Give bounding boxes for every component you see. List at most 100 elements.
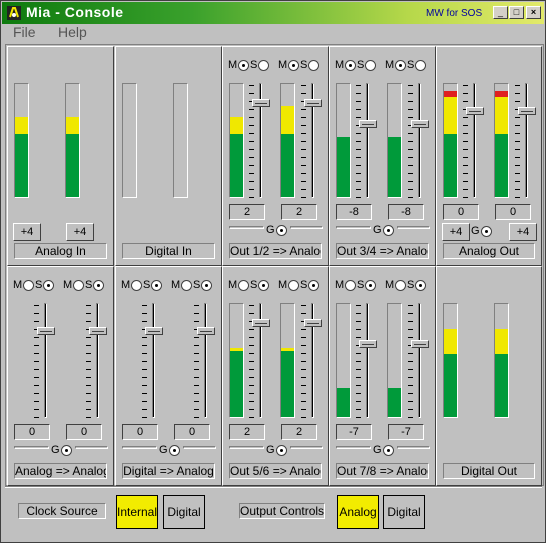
out56-panel-ms-left-s-radio[interactable] <box>258 280 269 291</box>
digital-to-analog-panel-fader-left-thumb[interactable] <box>145 327 163 335</box>
out56-panel-ms-left-m-radio[interactable] <box>238 280 249 291</box>
out12-panel-gang-radio[interactable] <box>276 225 287 236</box>
analog-out-panel-value-right[interactable]: 0 <box>495 204 531 220</box>
out34-panel-label: Out 3/4 => Analog <box>336 243 429 259</box>
digital-to-analog-panel-value-right[interactable]: 0 <box>174 424 210 440</box>
out78-panel-ms-right-s-radio[interactable] <box>415 280 426 291</box>
analog-out-panel-fader-right-tick <box>515 197 520 198</box>
analog-out-panel-level-right-button[interactable]: +4 <box>509 223 537 241</box>
out12-panel-fader-left[interactable] <box>249 83 273 198</box>
output-analog-button[interactable]: Analog <box>337 495 379 529</box>
analog-out-panel-fader-left-thumb[interactable] <box>466 107 484 115</box>
out34-panel-gang-radio[interactable] <box>383 225 394 236</box>
out12-panel-value-left[interactable]: 2 <box>229 204 265 220</box>
out78-panel-value-right[interactable]: -7 <box>388 424 424 440</box>
analog-to-analog-panel-ms-right-s-radio[interactable] <box>93 280 104 291</box>
analog-to-analog-panel-fader-left-thumb[interactable] <box>37 327 55 335</box>
out78-panel-ms-left-s-radio[interactable] <box>365 280 376 291</box>
out78-panel-value-left[interactable]: -7 <box>336 424 372 440</box>
output-digital-button[interactable]: Digital <box>383 495 425 529</box>
analog-out-panel-fader-left[interactable] <box>463 83 487 198</box>
analog-to-analog-panel-value-right[interactable]: 0 <box>66 424 102 440</box>
minimize-button[interactable]: _ <box>493 6 508 19</box>
analog-in-level-left-button[interactable]: +4 <box>13 223 41 241</box>
digital-to-analog-panel-ms-right-m-radio[interactable] <box>181 280 192 291</box>
analog-to-analog-panel-ms-left-s-radio[interactable] <box>43 280 54 291</box>
out34-panel-ms-left-m-radio[interactable] <box>345 60 356 71</box>
out78-panel-meter-right-green <box>388 388 401 417</box>
out56-panel-fader-left-thumb[interactable] <box>252 319 270 327</box>
title-bar[interactable]: Mia - Console MW for SOS _ □ × <box>2 2 544 24</box>
out12-panel-ms-left-m-radio[interactable] <box>238 60 249 71</box>
out12-panel-fader-right-thumb[interactable] <box>304 99 322 107</box>
out78-panel-fader-left-thumb[interactable] <box>359 340 377 348</box>
clock-digital-button[interactable]: Digital <box>163 495 205 529</box>
analog-to-analog-panel-fader-right[interactable] <box>86 303 110 418</box>
digital-to-analog-panel-gang-radio[interactable] <box>169 445 180 456</box>
analog-out-panel-value-left[interactable]: 0 <box>443 204 479 220</box>
out12-panel-fader-left-thumb[interactable] <box>252 99 270 107</box>
out12-panel-ms-left-s-radio[interactable] <box>258 60 269 71</box>
analog-out-panel-level-left-button[interactable]: +4 <box>442 223 470 241</box>
out56-panel-ms-right-s-radio[interactable] <box>308 280 319 291</box>
close-button[interactable]: × <box>526 6 541 19</box>
out34-panel-fader-left-thumb[interactable] <box>359 120 377 128</box>
clock-internal-button[interactable]: Internal <box>116 495 158 529</box>
out34-panel-ms-right-m-radio[interactable] <box>395 60 406 71</box>
digital-to-analog-panel-ms-left-s-radio[interactable] <box>151 280 162 291</box>
analog-to-analog-panel-value-left[interactable]: 0 <box>14 424 50 440</box>
out78-panel-fader-left-tick <box>356 409 361 410</box>
out34-panel-fader-left[interactable] <box>356 83 380 198</box>
digital-to-analog-panel-ms-left-m-radio[interactable] <box>131 280 142 291</box>
digital-to-analog-panel-ms-right-s-radio[interactable] <box>201 280 212 291</box>
out78-panel-fader-right[interactable] <box>408 303 432 418</box>
out34-panel-ms-left-s-radio[interactable] <box>365 60 376 71</box>
out78-panel-fader-right-thumb[interactable] <box>411 340 429 348</box>
digital-to-analog-panel-fader-right-tick <box>194 345 199 346</box>
maximize-button[interactable]: □ <box>509 6 524 19</box>
out34-panel-ms-right-s-radio[interactable] <box>415 60 426 71</box>
out56-panel-fader-right[interactable] <box>301 303 325 418</box>
analog-to-analog-panel-fader-right-thumb[interactable] <box>89 327 107 335</box>
out12-panel-meter-right <box>280 83 295 198</box>
out56-panel-value-right[interactable]: 2 <box>281 424 317 440</box>
out56-panel-fader-right-thumb[interactable] <box>304 319 322 327</box>
digital-to-analog-panel-fader-left[interactable] <box>142 303 166 418</box>
out56-panel-value-left[interactable]: 2 <box>229 424 265 440</box>
analog-to-analog-panel-ms-right-m-radio[interactable] <box>73 280 84 291</box>
digital-out-panel: Digital Out <box>436 266 542 486</box>
analog-out-panel-gang-radio[interactable] <box>481 226 492 237</box>
out12-panel-ms-right-s-radio[interactable] <box>308 60 319 71</box>
out78-panel-fader-right-tick <box>408 321 413 322</box>
out78-panel-ms-right-m-radio[interactable] <box>395 280 406 291</box>
out12-panel-fader-right[interactable] <box>301 83 325 198</box>
analog-out-panel-fader-right[interactable] <box>515 83 539 198</box>
out34-panel-fader-right[interactable] <box>408 83 432 198</box>
analog-to-analog-panel-ms-left-m-radio[interactable] <box>23 280 34 291</box>
out78-panel-fader-left[interactable] <box>356 303 380 418</box>
out78-panel-ms-left-m-radio[interactable] <box>345 280 356 291</box>
analog-to-analog-panel: M S M S 0 0 G Analog => Analog <box>7 266 114 486</box>
out56-panel-ms-right-m-radio[interactable] <box>288 280 299 291</box>
out12-panel-value-right[interactable]: 2 <box>281 204 317 220</box>
digital-to-analog-panel-value-left[interactable]: 0 <box>122 424 158 440</box>
out34-panel-value-left[interactable]: -8 <box>336 204 372 220</box>
analog-in-level-right-button[interactable]: +4 <box>66 223 94 241</box>
out12-panel-ms-right-m-radio[interactable] <box>288 60 299 71</box>
out34-panel-value-right[interactable]: -8 <box>388 204 424 220</box>
out56-panel-gang-radio[interactable] <box>276 445 287 456</box>
analog-to-analog-panel-gang-radio[interactable] <box>61 445 72 456</box>
out34-panel-ms-left-m-label: M <box>335 59 345 71</box>
out78-panel-gang-radio[interactable] <box>383 445 394 456</box>
analog-out-panel-fader-right-thumb[interactable] <box>518 107 536 115</box>
out78-panel-gang-right-line <box>397 446 430 449</box>
menu-file[interactable]: File <box>13 24 36 40</box>
out12-panel: M S M S 2 2 G Out 1/2 => Analog <box>222 46 329 266</box>
digital-to-analog-panel-fader-right-thumb[interactable] <box>197 327 215 335</box>
analog-to-analog-panel-fader-left[interactable] <box>34 303 58 418</box>
digital-to-analog-panel-fader-right[interactable] <box>194 303 218 418</box>
out78-panel-ms-right: MS <box>385 279 429 293</box>
menu-help[interactable]: Help <box>58 24 87 40</box>
out56-panel-fader-left[interactable] <box>249 303 273 418</box>
out34-panel-fader-right-thumb[interactable] <box>411 120 429 128</box>
